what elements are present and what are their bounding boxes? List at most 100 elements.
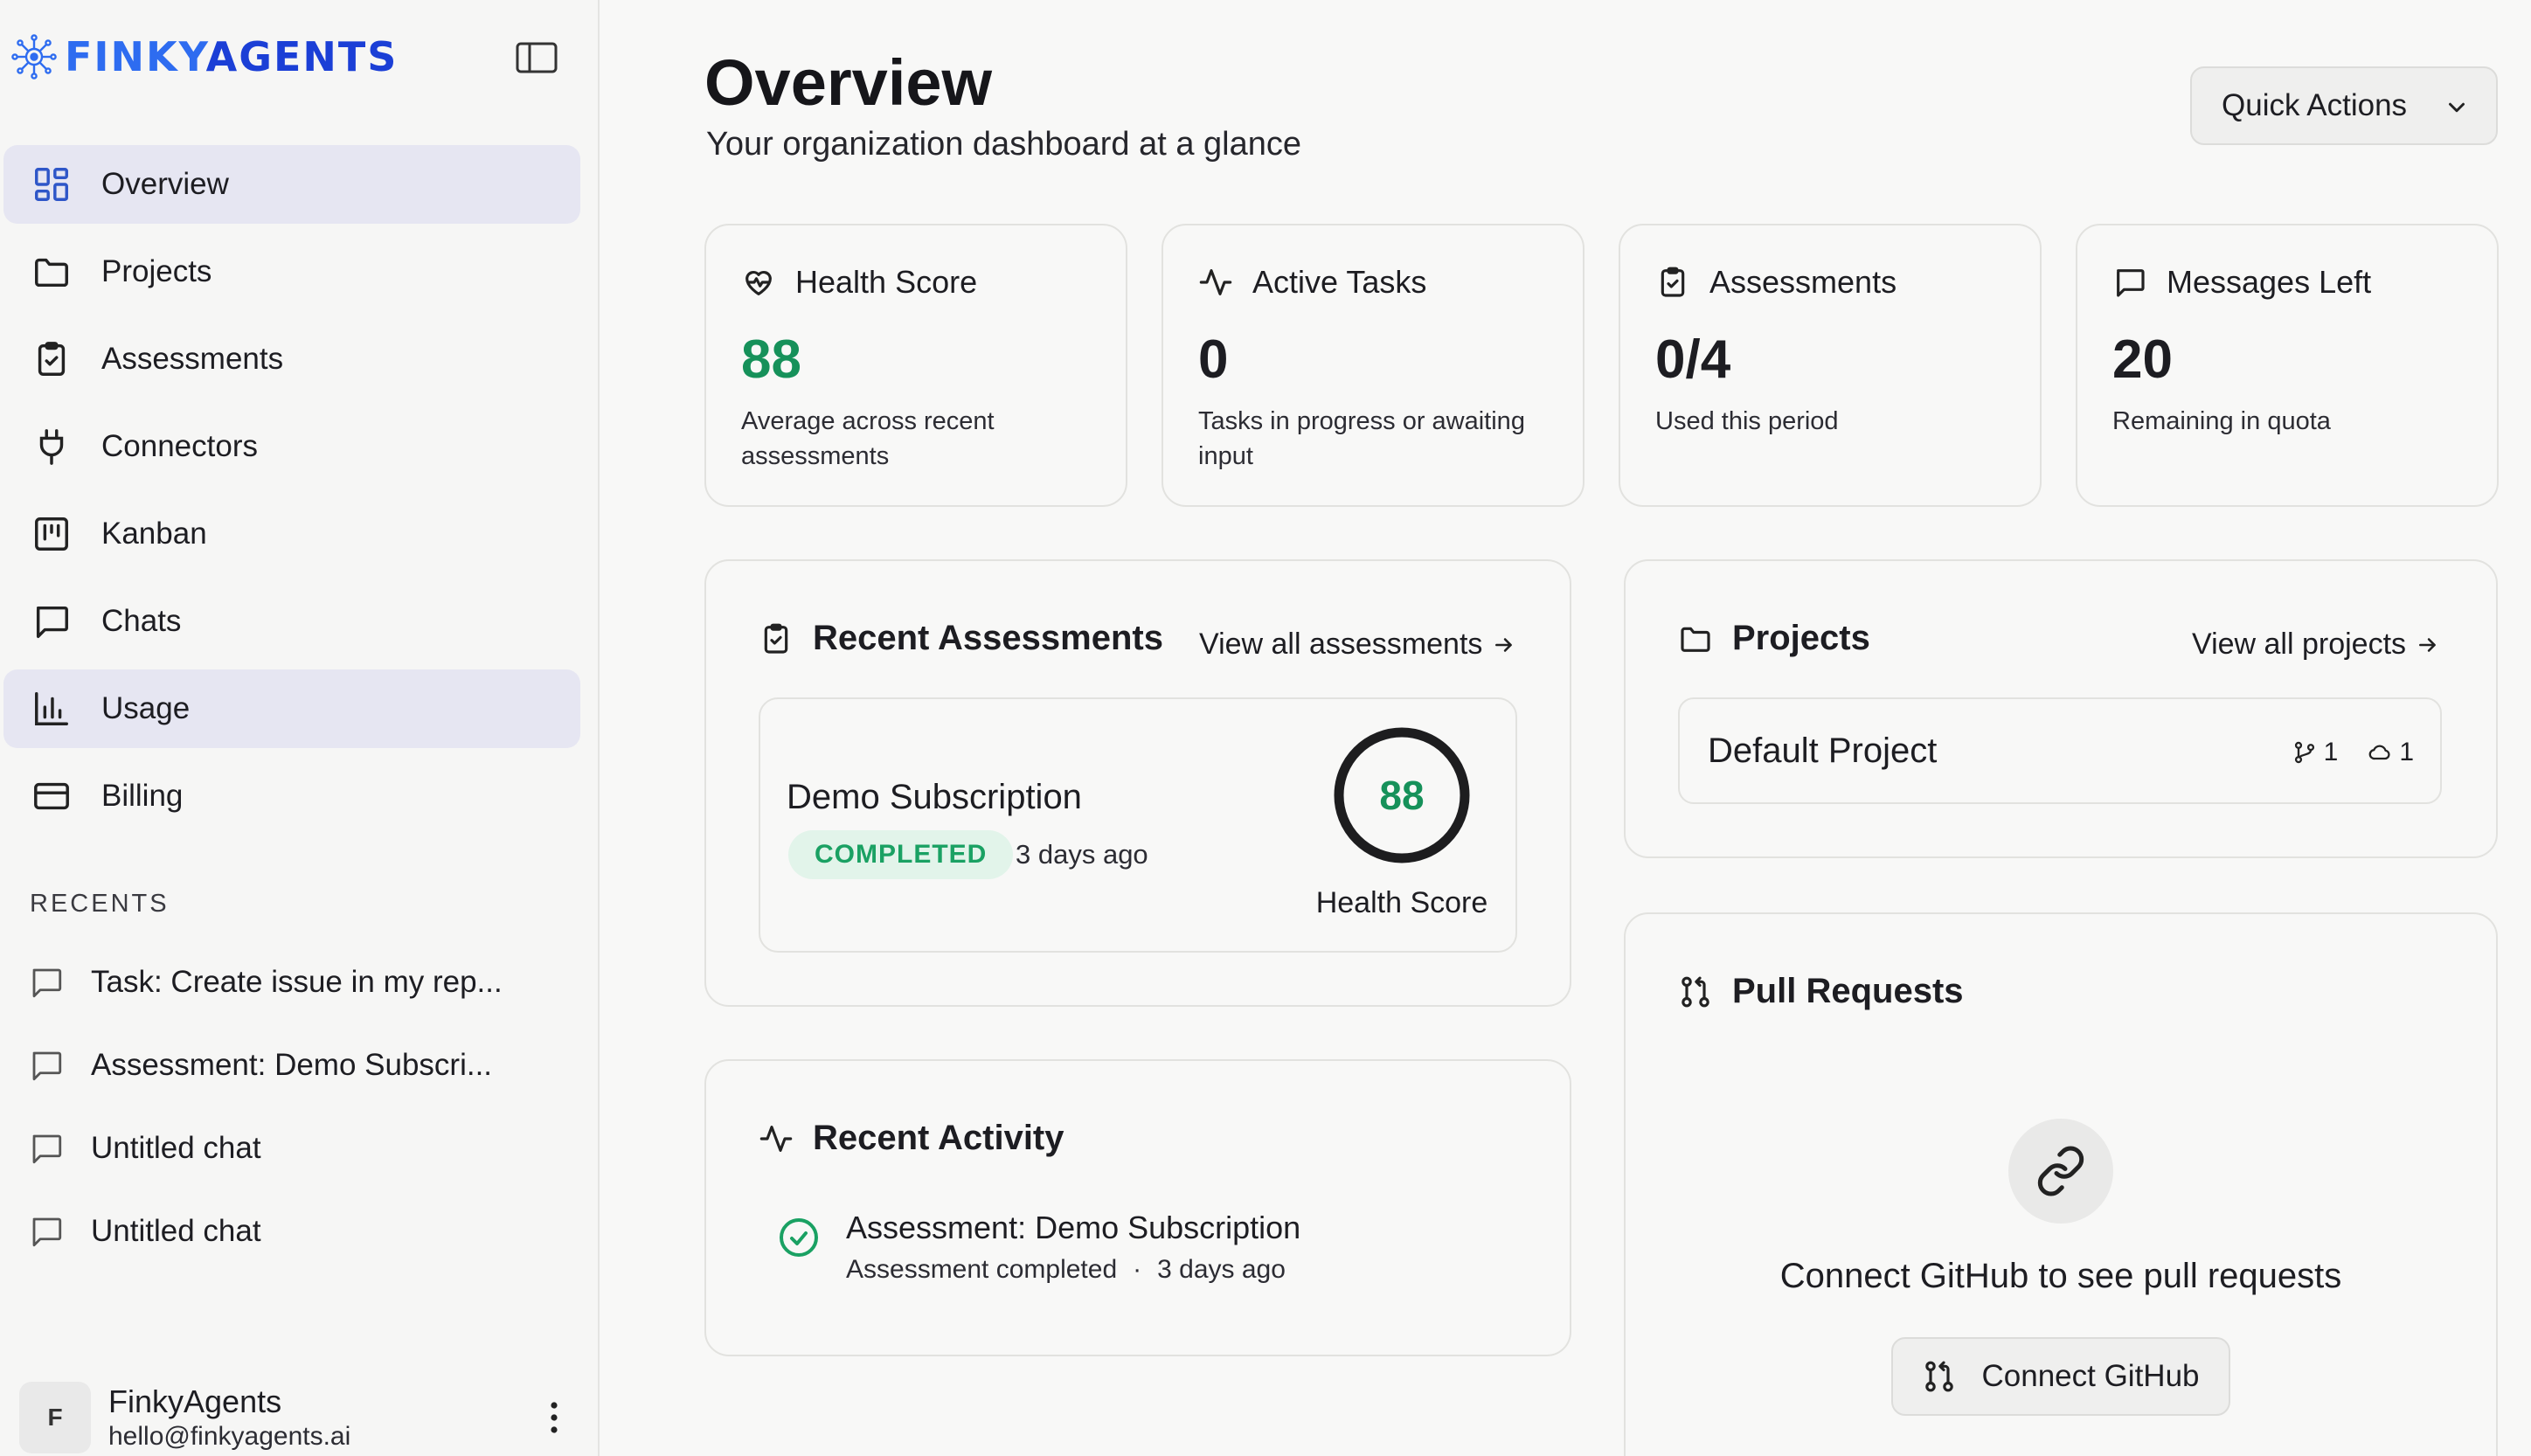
user-menu-button[interactable] [537,1397,572,1439]
sidebar-item-usage[interactable]: Usage [3,669,580,748]
stat-card-messages-left: Messages Left 20 Remaining in quota [2076,224,2499,507]
assessment-item[interactable]: Demo Subscription COMPLETED 3 days ago 8… [759,697,1517,953]
sidebar-item-label: Usage [101,691,191,725]
recent-chat-label: Untitled chat [91,1130,261,1165]
stat-value: 0 [1198,329,1229,390]
connect-github-button[interactable]: Connect GitHub [1891,1337,2230,1416]
recents-list: Task: Create issue in my rep... Assessme… [28,940,570,1272]
activity-icon [759,1125,793,1152]
sidebar-item-billing[interactable]: Billing [3,757,580,835]
activity-item[interactable]: Assessment: Demo Subscription Assessment… [778,1206,1300,1290]
recent-chat-item[interactable]: Untitled chat [28,1189,570,1272]
health-score-value: 88 [1379,773,1425,818]
sidebar-item-label: Chats [101,604,182,638]
quick-actions-label: Quick Actions [2222,88,2408,122]
sidebar-item-projects[interactable]: Projects [3,232,580,311]
view-all-assessments-link[interactable]: View all assessments [1199,627,1515,662]
git-pull-request-icon [1682,976,1709,1007]
recent-assessments-card: Recent Assessments View all assessments … [704,559,1571,1007]
stat-value: 20 [2112,329,2173,390]
sidebar-item-connectors[interactable]: Connectors [3,407,580,486]
sidebar-item-assessments[interactable]: Assessments [3,320,580,399]
recent-activity-card: Recent Activity Assessment: Demo Subscri… [704,1059,1571,1356]
sidebar-toggle-button[interactable] [514,40,559,75]
sidebar-item-overview[interactable]: Overview [3,145,580,224]
stat-card-active-tasks: Active Tasks 0 Tasks in progress or awai… [1161,224,1584,507]
connect-github-label: Connect GitHub [1981,1359,2200,1393]
stat-card-health-score: Health Score 88 Average across recent as… [704,224,1127,507]
stat-card-assessments: Assessments 0/4 Used this period [1619,224,2042,507]
link-label: View all projects [2192,627,2407,661]
section-title: Pull Requests [1732,972,1964,1010]
section-title: Recent Assessments [813,619,1163,657]
status-badge: COMPLETED [788,830,1014,879]
user-profile[interactable]: F FinkyAgents hello@finkyagents.ai [19,1379,579,1456]
message-square-icon [32,1217,62,1246]
section-title: Recent Activity [813,1119,1064,1157]
folder-icon [35,258,68,288]
stat-label: Messages Left [2167,264,2372,300]
grid-icon [35,168,68,201]
assessment-time: 3 days ago [1016,839,1148,870]
sidebar: FINKYAGENTS Overview Projects Assessment… [0,0,600,1456]
stat-description: Remaining in quota [2112,407,2331,435]
clipboard-check-icon [38,342,66,376]
activity-detail: Assessment completed [846,1255,1118,1284]
stat-label: Assessments [1709,264,1897,300]
message-square-icon [36,606,68,638]
project-item[interactable]: Default Project 1 1 [1678,697,2442,804]
message-square-icon [32,1051,62,1080]
pull-requests-empty-text: Connect GitHub to see pull requests [1779,1257,2342,1295]
recent-chat-item[interactable]: Task: Create issue in my rep... [28,940,570,1023]
user-name: FinkyAgents [108,1383,282,1419]
stat-description: Used this period [1655,407,1839,435]
recent-chat-item[interactable]: Assessment: Demo Subscri... [28,1023,570,1106]
panel-left-icon [516,42,558,73]
projects-card: Projects View all projects Default Proje… [1624,559,2498,858]
brand-logo[interactable]: FINKYAGENTS [10,31,398,82]
sidebar-item-label: Overview [101,167,229,201]
chevron-down-icon [2449,102,2465,113]
sidebar-item-chats[interactable]: Chats [3,582,580,661]
more-vertical-icon [551,1402,558,1433]
recent-chat-item[interactable]: Untitled chat [28,1106,570,1189]
folder-icon [1681,627,1710,652]
page-subtitle: Your organization dashboard at a glance [706,126,1301,163]
quick-actions-button[interactable]: Quick Actions [2190,66,2498,145]
app: FINKYAGENTS Overview Projects Assessment… [0,0,2531,1456]
git-branch-icon [2294,741,2314,764]
assessment-title: Demo Subscription [787,778,1082,816]
sidebar-item-kanban[interactable]: Kanban [3,495,580,573]
bar-chart-icon [35,692,68,725]
heart-pulse-icon [745,270,772,295]
kanban-icon [35,517,68,551]
branch-count: 1 [2323,738,2339,766]
brain-network-icon [11,34,57,80]
project-name: Default Project [1708,731,1938,770]
message-square-icon [32,968,62,997]
arrow-right-icon [2419,637,2436,652]
stat-value: 88 [741,329,801,390]
message-square-icon [32,1134,62,1163]
activity-meta: Assessment completed · 3 days ago [846,1250,1300,1290]
link-label: View all assessments [1199,627,1483,661]
cloud-count: 1 [2399,738,2414,766]
activity-time: 3 days ago [1157,1255,1286,1284]
sidebar-item-label: Projects [101,254,212,288]
project-meta: 1 1 [2292,738,2414,767]
check-circle-icon [780,1218,818,1257]
user-info: FinkyAgents hello@finkyagents.ai [108,1383,350,1453]
stat-label: Health Score [795,264,978,300]
view-all-projects-link[interactable]: View all projects [2192,627,2439,662]
sidebar-item-label: Billing [101,779,184,813]
activity-icon [1199,269,1232,295]
git-pull-request-icon [1925,1361,1954,1392]
separator: · [1133,1255,1142,1284]
credit-card-icon [34,782,69,810]
pull-requests-card: Pull Requests Connect GitHub to see pull… [1624,912,2498,1456]
section-title: Projects [1732,619,1870,657]
stat-label: Active Tasks [1252,264,1427,300]
stat-description: Average across recent assessments [741,407,995,470]
arrow-right-icon [1495,637,1513,652]
link-icon [2037,1146,2084,1196]
